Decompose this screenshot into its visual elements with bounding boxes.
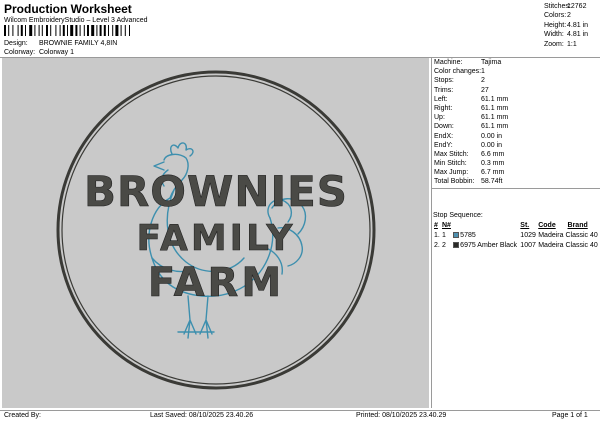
barcode-bar — [55, 25, 57, 36]
table-row: 2. 2 6975 Amber Black 1007 Madeira Class… — [434, 241, 598, 249]
barcode-bar — [103, 25, 106, 36]
barcode-bar — [87, 25, 89, 36]
lettering-line-2: FAMILY — [137, 218, 296, 259]
barcode-bar — [59, 25, 61, 36]
color-swatch — [453, 241, 460, 248]
colorway-row: Colorway: Colorway 1 — [4, 49, 74, 56]
stat-stitches: Stitches:12762 — [544, 3, 587, 10]
barcode-bar — [25, 25, 26, 36]
design-preview: BROWNIES FAMILY FARM — [2, 58, 429, 408]
barcode-bar — [8, 25, 10, 36]
info-machine: Machine: Tajima — [434, 59, 502, 66]
info-color-changes: Color changes:1 — [434, 68, 485, 76]
barcode-bar — [91, 25, 95, 36]
design-lettering: BROWNIES FAMILY FARM — [84, 167, 348, 307]
machine-info-panel: Machine: Tajima Color changes:1 Stops: 2 T… — [433, 58, 600, 187]
barcode-bar — [115, 25, 119, 36]
panel-divider — [431, 58, 432, 408]
info-trims: Trims: 27 — [434, 86, 489, 94]
barcode-bar — [29, 25, 33, 36]
stop-table-header: # N# St. Code Brand — [434, 222, 588, 229]
barcode-bar — [99, 25, 102, 36]
barcode-bar — [129, 25, 130, 36]
barcode-bar — [67, 25, 68, 36]
design-name: BROWNIE FAMILY 4,8IN — [38, 40, 118, 47]
info-max-jump: Max Jump: 6.7 mm — [434, 169, 505, 177]
stat-width: Width: 4.81 in — [544, 31, 589, 39]
last-saved: Last Saved: 08/10/2025 23.40.26 — [150, 412, 254, 419]
barcode-bar — [108, 25, 109, 36]
barcode — [4, 25, 130, 36]
barcode-bar — [41, 25, 43, 36]
design-label: Design: — [4, 40, 28, 47]
info-max-stitch: Max Stitch: 6.6 mm — [434, 150, 505, 158]
color-swatch — [453, 231, 460, 238]
barcode-bar — [17, 25, 19, 36]
info-endx: EndX: 0.00 in — [434, 132, 503, 140]
barcode-bar — [112, 25, 114, 36]
barcode-bar — [62, 25, 65, 36]
created-by: Created By: — [4, 412, 41, 419]
info-total-bobbin: Total Bobbin: 58.74ft — [434, 178, 503, 186]
lettering-line-3: FARM — [148, 260, 284, 306]
design-stats: Stitches:12762 Colors:2 Height:4.81 in W… — [544, 2, 600, 49]
info-right: Right: 61.1 mm — [434, 104, 509, 112]
stat-height: Height:4.81 in — [544, 21, 589, 29]
barcode-bar — [34, 25, 36, 36]
colorway-value: Colorway 1 — [38, 49, 74, 56]
barcode-bar — [75, 25, 78, 36]
colorway-label: Colorway: — [4, 49, 36, 56]
barcode-bar — [120, 25, 122, 36]
info-stops: Stops: 2 — [434, 77, 485, 85]
barcode-bar — [12, 25, 14, 36]
barcode-bar — [96, 25, 98, 36]
barcode-bar — [46, 25, 48, 36]
barcode-bar — [124, 25, 126, 36]
stop-sequence-table: # N# St. Code Brand 1. 1 5785 1029 Madei… — [433, 221, 600, 250]
barcode-bar — [83, 25, 85, 36]
design-row: Design: BROWNIE FAMILY 4,8IN — [4, 40, 117, 47]
info-left: Left: 61.1 mm — [434, 95, 509, 103]
embroidery-design: BROWNIES FAMILY FARM — [56, 70, 376, 390]
info-endy: EndY: 0.00 in — [434, 141, 503, 149]
info-min-stitch: Min Stitch: 0.3 mm — [434, 160, 505, 168]
barcode-bar — [20, 25, 23, 36]
barcode-bar — [70, 25, 74, 36]
worksheet-title: Production Worksheet — [4, 2, 132, 16]
info-up: Up: 61.1 mm — [434, 114, 509, 122]
info-divider — [431, 188, 600, 189]
barcode-bar — [4, 25, 6, 36]
barcode-bar — [79, 25, 81, 36]
page-number: Page 1 of 1 — [552, 412, 588, 419]
stat-zoom: Zoom: 1:1 — [544, 40, 577, 48]
barcode-bar — [38, 25, 40, 36]
footer-divider — [0, 410, 600, 411]
info-down: Down: 61.1 mm — [434, 123, 509, 131]
software-subtitle: Wilcom EmbroideryStudio – Level 3 Advanc… — [4, 17, 148, 24]
stat-colors: Colors:2 — [544, 12, 571, 20]
table-row: 1. 1 5785 1029 Madeira Classic 40 — [434, 231, 598, 239]
stop-sequence-heading: Stop Sequence: — [433, 212, 483, 219]
printed-date: Printed: 08/10/2025 23.40.29 — [356, 412, 447, 419]
barcode-bar — [50, 25, 52, 36]
lettering-line-1: BROWNIES — [84, 167, 348, 216]
